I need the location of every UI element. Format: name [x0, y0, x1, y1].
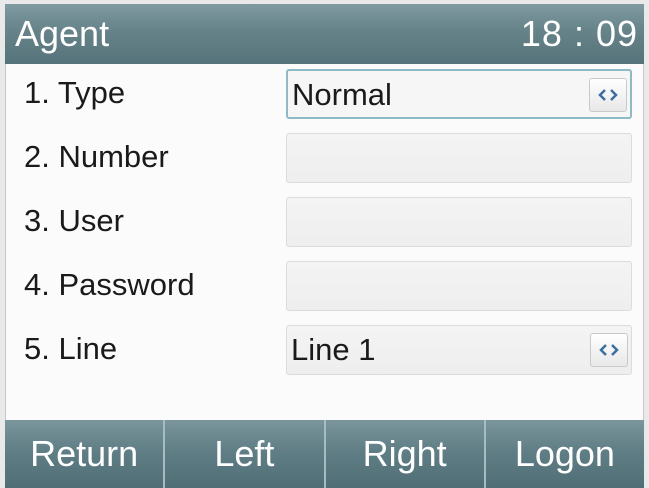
- type-value: Normal: [292, 77, 392, 112]
- line-row[interactable]: 5. Line Line 1: [6, 320, 643, 384]
- line-label: 5. Line: [24, 331, 118, 366]
- softkey-bar: Return Left Right Logon: [5, 420, 644, 488]
- return-softkey[interactable]: Return: [5, 420, 163, 488]
- type-row[interactable]: 1. Type Normal: [6, 64, 643, 128]
- page-title: Agent: [15, 13, 110, 54]
- user-input[interactable]: [286, 197, 632, 247]
- password-input[interactable]: [286, 261, 632, 311]
- left-softkey[interactable]: Left: [163, 420, 323, 488]
- right-softkey[interactable]: Right: [323, 420, 484, 488]
- user-label: 3. User: [24, 203, 124, 238]
- type-chevron-left-right-icon[interactable]: [589, 78, 627, 112]
- type-select[interactable]: Normal: [286, 69, 632, 119]
- type-label: 1. Type: [24, 75, 126, 110]
- line-value: Line 1: [291, 332, 376, 367]
- number-row[interactable]: 2. Number: [6, 128, 643, 192]
- phone-screen: Agent 18 : 09 1. Type Normal 2. Number 3…: [5, 4, 644, 488]
- title-bar: Agent 18 : 09: [5, 4, 644, 64]
- number-label: 2. Number: [24, 139, 169, 174]
- line-chevron-left-right-icon[interactable]: [590, 333, 628, 367]
- clock: 18 : 09: [520, 13, 638, 54]
- number-input[interactable]: [286, 133, 632, 183]
- agent-form: 1. Type Normal 2. Number 3. User 4. Pass…: [5, 64, 644, 421]
- user-row[interactable]: 3. User: [6, 192, 643, 256]
- logon-softkey[interactable]: Logon: [483, 420, 644, 488]
- line-select[interactable]: Line 1: [286, 325, 632, 375]
- password-row[interactable]: 4. Password: [6, 256, 643, 320]
- password-label: 4. Password: [24, 267, 195, 302]
